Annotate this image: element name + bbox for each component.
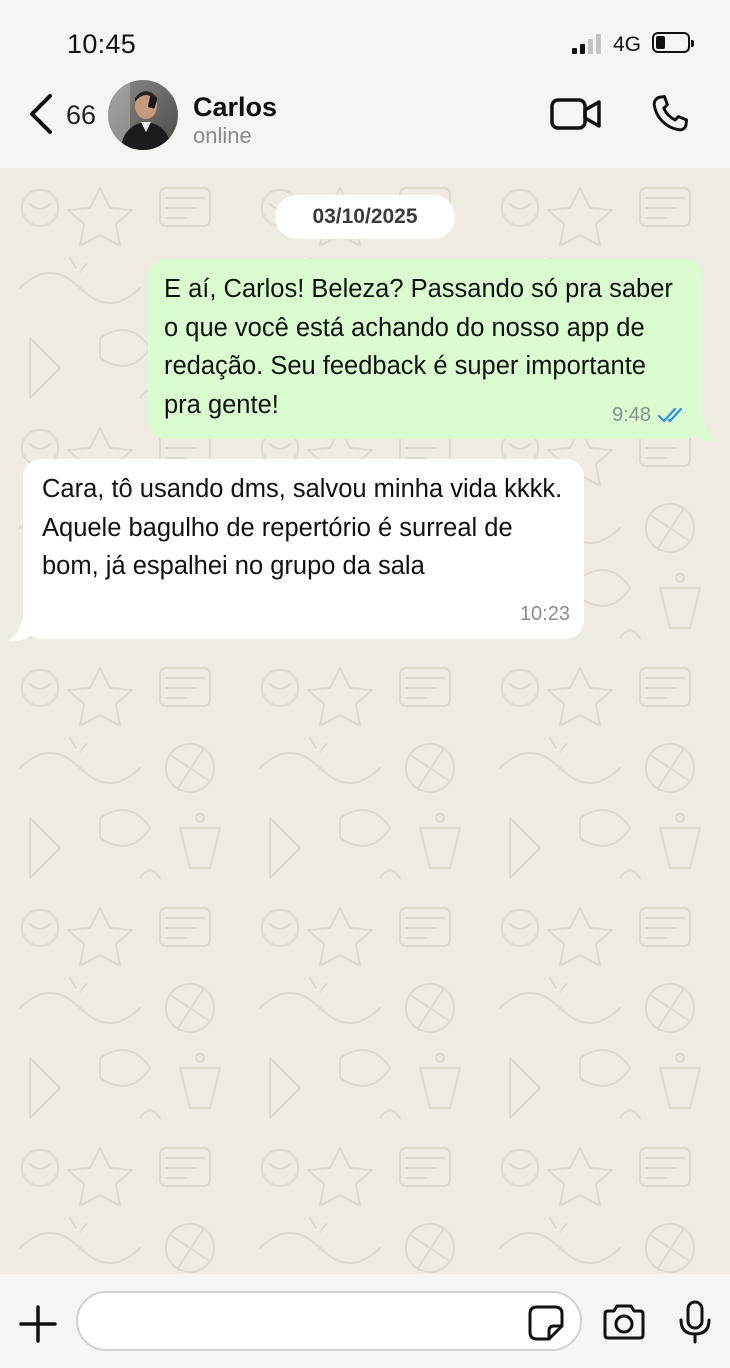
camera-icon: [603, 1304, 645, 1340]
plus-icon: [19, 1305, 57, 1343]
signal-strength-icon: [572, 34, 604, 54]
message-time: 9:48: [612, 403, 651, 426]
camera-button[interactable]: [601, 1303, 647, 1341]
message-text: Cara, tô usando dms, salvou minha vida k…: [42, 475, 563, 580]
back-chevron-icon: [30, 94, 52, 134]
unread-count[interactable]: 66: [66, 100, 96, 131]
video-call-icon: [550, 98, 601, 130]
message-text: E aí, Carlos! Beleza? Passando só pra sa…: [164, 275, 673, 419]
status-time: 10:45: [67, 29, 137, 59]
message-meta: 9:48: [612, 396, 689, 435]
sticker-icon: [528, 1305, 564, 1341]
contact-name[interactable]: Carlos: [193, 92, 277, 123]
date-separator: 03/10/2025: [275, 195, 455, 239]
message-time: 10:23: [519, 602, 570, 625]
message-bubble-incoming[interactable]: Cara, tô usando dms, salvou minha vida k…: [23, 459, 584, 639]
voice-call-button[interactable]: [648, 92, 692, 136]
chat-area[interactable]: 03/10/2025 E aí, Carlos! Beleza? Passand…: [0, 168, 730, 1274]
network-type: 4G: [613, 33, 642, 56]
message-input[interactable]: [100, 1301, 524, 1343]
voice-message-button[interactable]: [678, 1300, 712, 1344]
attach-button[interactable]: [18, 1304, 58, 1344]
message-input-bar: [0, 1274, 730, 1368]
message-bubble-outgoing[interactable]: E aí, Carlos! Beleza? Passando só pra sa…: [148, 259, 703, 439]
contact-status: online: [193, 123, 252, 148]
double-check-icon: [657, 407, 683, 422]
status-bar: 10:45 4G: [0, 0, 730, 80]
phone-icon: [652, 95, 688, 132]
battery-icon: [652, 32, 694, 53]
back-button[interactable]: [24, 92, 60, 136]
avatar[interactable]: [108, 80, 178, 150]
microphone-icon: [679, 1300, 711, 1344]
message-field[interactable]: [76, 1291, 582, 1351]
sticker-button[interactable]: [527, 1304, 565, 1342]
chat-header: 66 Carlos online: [0, 80, 730, 168]
video-call-button[interactable]: [549, 94, 603, 134]
